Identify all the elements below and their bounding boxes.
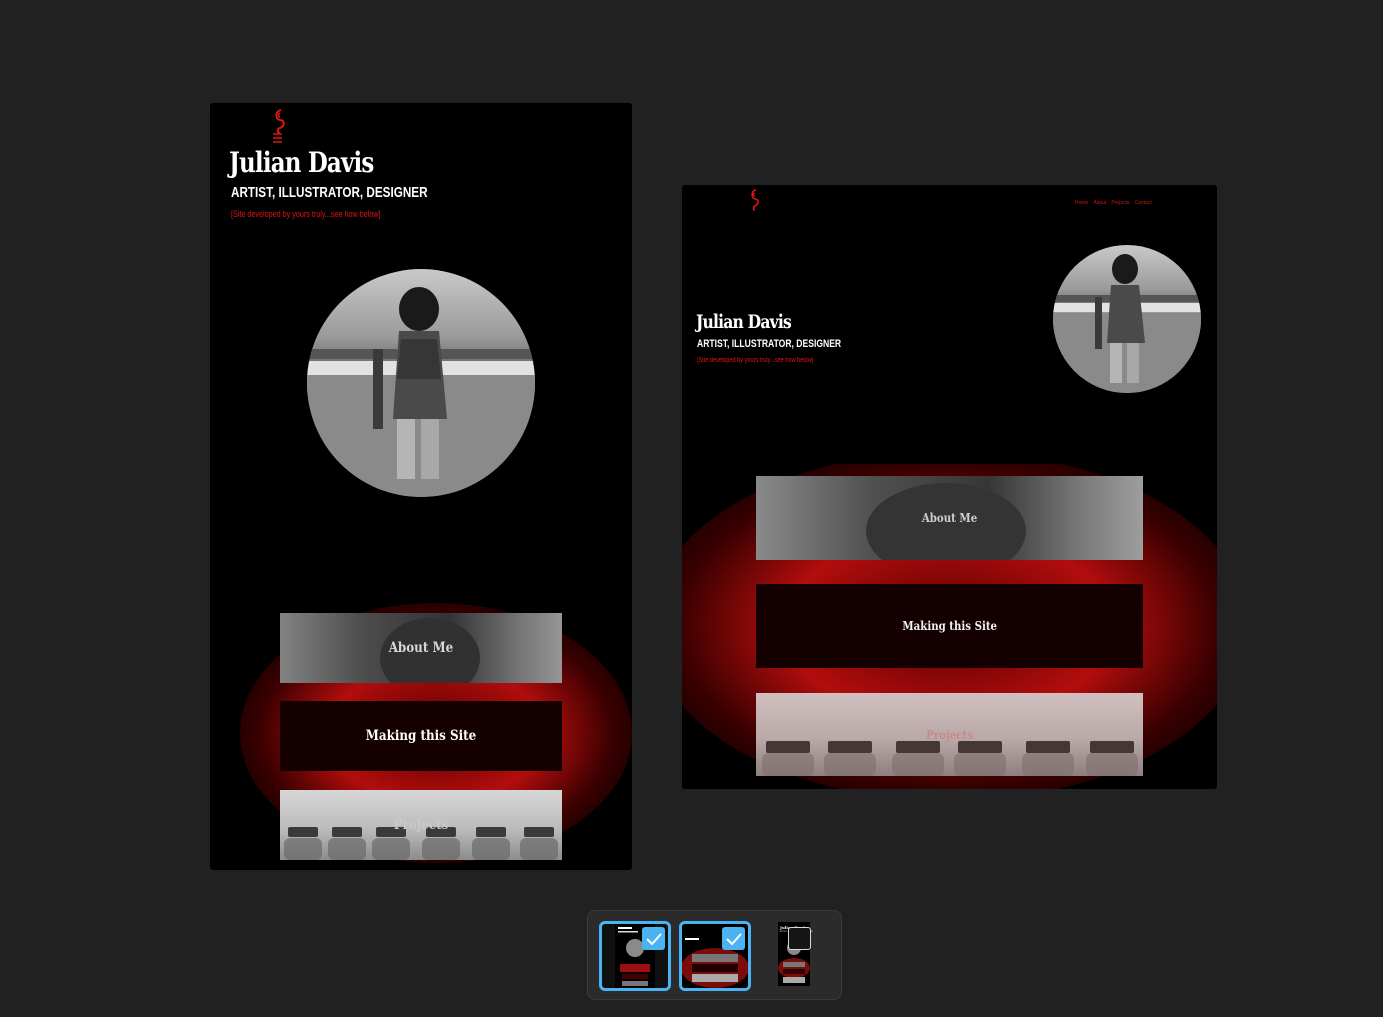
thumbnail-narrow[interactable]: Julian Davis ARTIST, ILLUSTRATOR, DESIGN…	[762, 922, 828, 986]
logo-icon[interactable]	[747, 188, 763, 216]
about-me-tile[interactable]: About Me	[280, 613, 562, 683]
portrait-photo	[1053, 245, 1201, 393]
preview-selector-tray: Julian Davis ARTIST, ILLUSTRATOR, DESIGN…	[587, 910, 842, 1000]
site-subtitle: ARTIST, ILLUSTRATOR, DESIGNER	[231, 184, 428, 201]
logo-icon[interactable]	[270, 107, 290, 147]
checkbox-desktop[interactable]	[722, 927, 745, 950]
projects-label: Projects	[926, 727, 973, 742]
top-nav: Home About Projects Contact	[1075, 200, 1152, 206]
site-name: Julian Davis	[696, 311, 792, 333]
making-site-tile[interactable]: Making this Site	[756, 584, 1143, 668]
checkbox-narrow[interactable]	[788, 927, 811, 950]
mobile-preview[interactable]: Julian Davis ARTIST, ILLUSTRATOR, DESIGN…	[210, 103, 632, 870]
making-site-tile[interactable]: Making this Site	[280, 701, 562, 771]
checkbox-mobile[interactable]	[642, 927, 665, 950]
site-subtitle: ARTIST, ILLUSTRATOR, DESIGNER	[697, 338, 842, 350]
thumbnail-desktop[interactable]	[679, 921, 751, 991]
checkmark-icon	[725, 932, 742, 945]
site-credit[interactable]: [Site developed by yours truly...see how…	[697, 357, 813, 364]
portrait-photo	[307, 269, 535, 497]
desktop-preview[interactable]: Home About Projects Contact Julian Davis…	[682, 185, 1217, 789]
site-name: Julian Davis	[229, 146, 374, 179]
about-me-label: About Me	[921, 511, 978, 525]
thumbnail-mobile[interactable]	[599, 921, 671, 991]
projects-tile[interactable]: Projects	[280, 790, 562, 860]
nav-home[interactable]: Home	[1075, 200, 1088, 206]
about-me-label: About Me	[388, 640, 454, 656]
making-site-label: Making this Site	[902, 619, 997, 633]
nav-contact[interactable]: Contact	[1134, 200, 1151, 206]
about-me-tile[interactable]: About Me	[756, 476, 1143, 560]
site-credit[interactable]: [Site developed by yours truly...see how…	[231, 209, 381, 219]
nav-projects[interactable]: Projects	[1111, 200, 1129, 206]
nav-about[interactable]: About	[1093, 200, 1106, 206]
projects-label: Projects	[393, 817, 449, 833]
making-site-label: Making this Site	[365, 728, 477, 744]
checkmark-icon	[645, 932, 662, 945]
projects-tile[interactable]: Projects	[756, 693, 1143, 776]
